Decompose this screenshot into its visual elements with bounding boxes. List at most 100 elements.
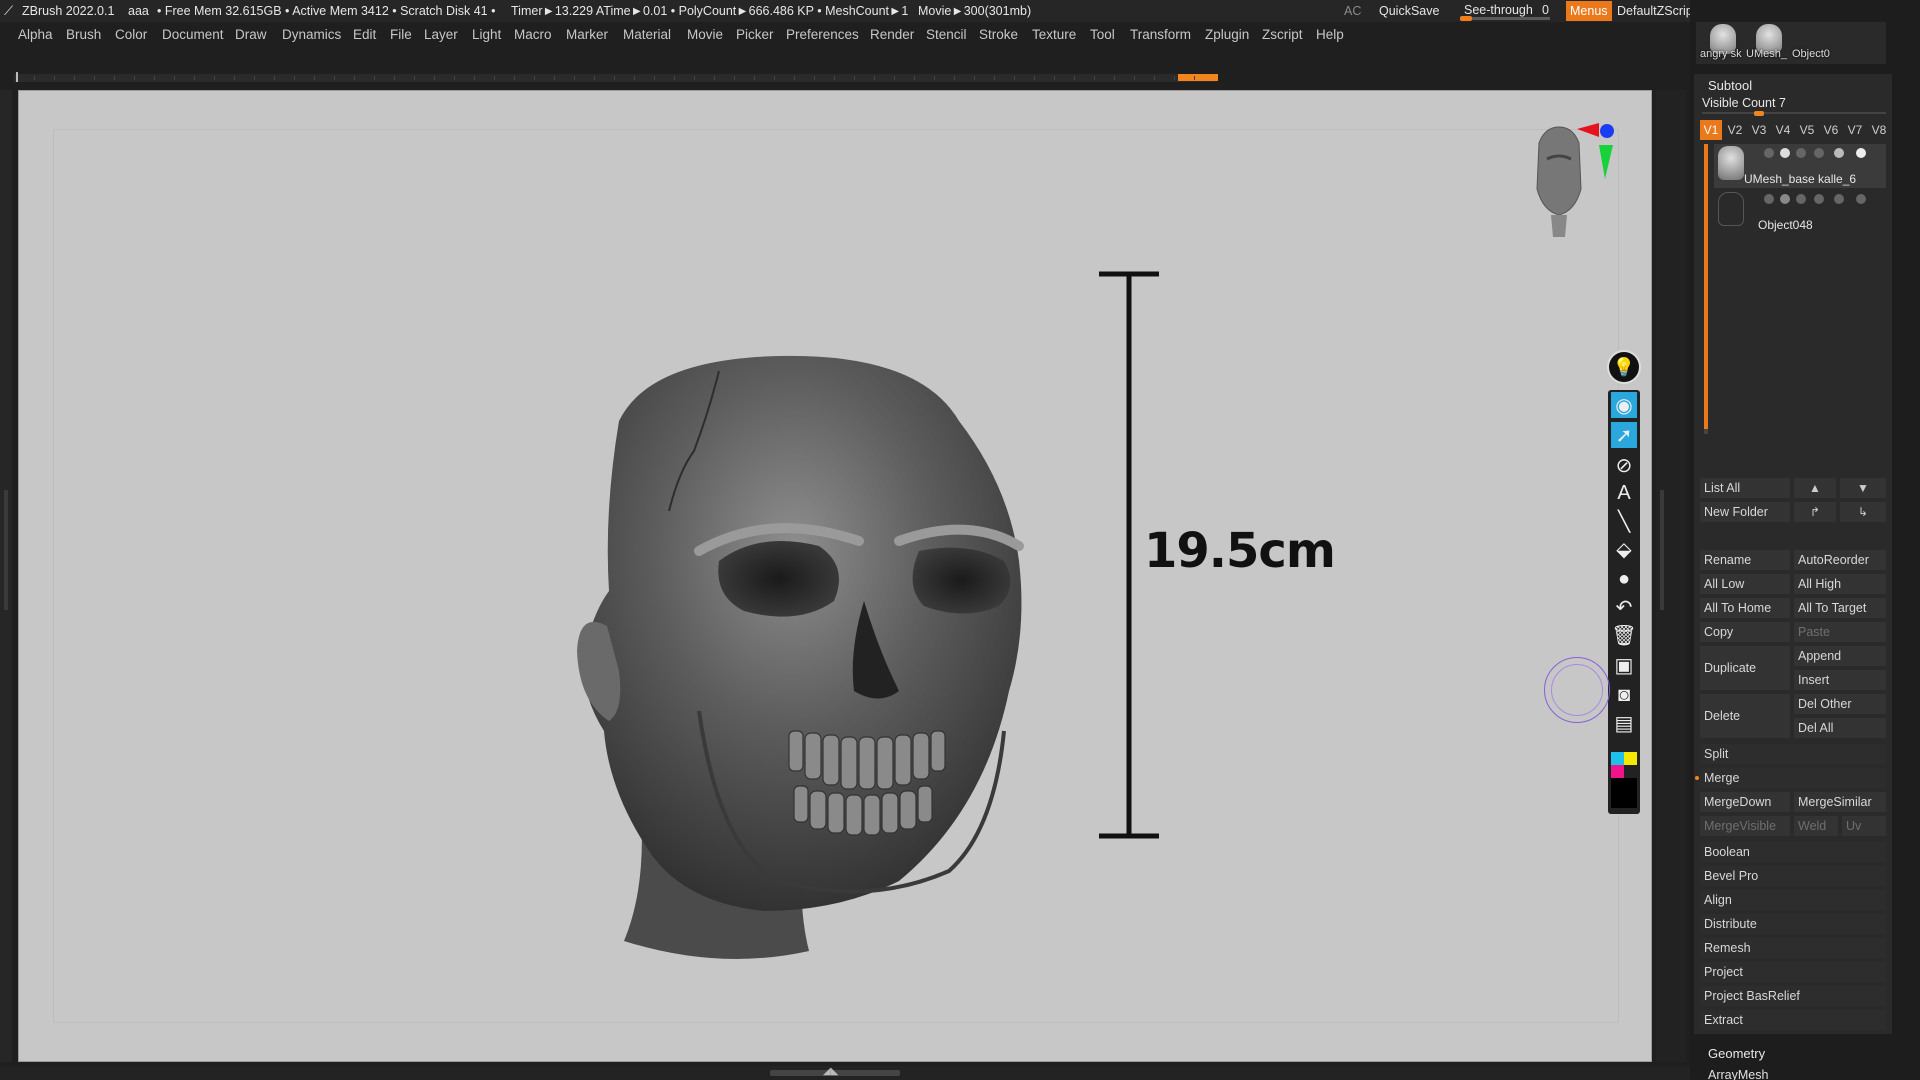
menu-tool[interactable]: Tool <box>1090 27 1115 42</box>
vset-v6[interactable]: V6 <box>1820 120 1842 140</box>
black-swatch[interactable] <box>1611 778 1637 808</box>
dynamesh-icon[interactable] <box>1796 148 1806 158</box>
all-to-target-button[interactable]: All To Target <box>1794 598 1886 618</box>
polyframe-icon[interactable] <box>1780 194 1790 204</box>
vset-v3[interactable]: V3 <box>1748 120 1770 140</box>
subtool-item[interactable]: Object048 <box>1714 190 1886 234</box>
vset-v2[interactable]: V2 <box>1724 120 1746 140</box>
move-up-icon[interactable]: ▲ <box>1794 478 1836 498</box>
folder-icon[interactable] <box>1764 148 1774 158</box>
see-through-slider[interactable]: See-through 0 <box>1458 1 1554 21</box>
vset-v7[interactable]: V7 <box>1844 120 1866 140</box>
expand-arrows-icon[interactable]: ◢◣ <box>823 1066 838 1077</box>
copy-button[interactable]: Copy <box>1700 622 1790 642</box>
append-button[interactable]: Append <box>1794 646 1886 666</box>
paste-button[interactable]: Paste <box>1794 622 1886 642</box>
rename-button[interactable]: Rename <box>1700 550 1790 570</box>
merge-section[interactable]: Merge <box>1695 768 1886 788</box>
timeline-track[interactable] <box>14 72 1218 82</box>
menu-zscript[interactable]: Zscript <box>1262 27 1303 42</box>
move-in-folder-icon[interactable]: ↱ <box>1794 502 1836 522</box>
vset-v8[interactable]: V8 <box>1868 120 1890 140</box>
skull-model[interactable] <box>19 91 1653 1063</box>
tool-thumb-umesh[interactable]: UMesh_ <box>1746 24 1792 62</box>
see-through-knob[interactable] <box>1460 16 1472 21</box>
split-section[interactable]: Split <box>1700 744 1886 764</box>
eye-icon[interactable]: ◉ <box>1611 392 1637 418</box>
bottom-tray-edge[interactable]: ◢◣ <box>0 1066 1690 1080</box>
project-section[interactable]: Project <box>1700 962 1886 982</box>
menu-render[interactable]: Render <box>870 27 914 42</box>
dot-icon[interactable]: ● <box>1611 566 1637 592</box>
all-high-button[interactable]: All High <box>1794 574 1886 594</box>
weld-button[interactable]: Weld <box>1794 816 1838 836</box>
timeline-playhead[interactable] <box>1178 74 1218 81</box>
insert-button[interactable]: Insert <box>1794 670 1886 690</box>
menu-draw[interactable]: Draw <box>235 27 267 42</box>
menu-stencil[interactable]: Stencil <box>926 27 967 42</box>
new-folder-button[interactable]: New Folder <box>1700 502 1790 522</box>
menu-color[interactable]: Color <box>115 27 147 42</box>
del-other-button[interactable]: Del Other <box>1794 694 1886 714</box>
cyan-swatch[interactable] <box>1611 752 1624 765</box>
dynamesh-icon[interactable] <box>1796 194 1806 204</box>
extract-section[interactable]: Extract <box>1700 1010 1886 1030</box>
text-tool-icon[interactable]: A <box>1611 480 1637 506</box>
gizmo-icon[interactable]: ⊘ <box>1611 452 1637 478</box>
menu-texture[interactable]: Texture <box>1032 27 1076 42</box>
menu-layer[interactable]: Layer <box>424 27 458 42</box>
solo-icon[interactable] <box>1814 148 1824 158</box>
move-down-icon[interactable]: ▼ <box>1840 478 1886 498</box>
subtool-list-scrollbar[interactable] <box>1704 144 1708 434</box>
magenta-swatch[interactable] <box>1611 765 1624 778</box>
vset-v5[interactable]: V5 <box>1796 120 1818 140</box>
subtool-title[interactable]: Subtool <box>1708 78 1752 93</box>
menu-document[interactable]: Document <box>162 27 224 42</box>
right-tray-edge[interactable] <box>1656 90 1686 1062</box>
merge-down-button[interactable]: MergeDown <box>1700 792 1790 812</box>
menus-toggle-button[interactable]: Menus <box>1566 1 1612 21</box>
list-all-button[interactable]: List All <box>1700 478 1790 498</box>
merge-similar-button[interactable]: MergeSimilar <box>1794 792 1886 812</box>
trash-icon[interactable]: 🗑 <box>1611 622 1637 648</box>
undo-icon[interactable]: ↶ <box>1611 594 1637 620</box>
menu-edit[interactable]: Edit <box>353 27 376 42</box>
menu-alpha[interactable]: Alpha <box>18 27 53 42</box>
arraymesh-panel-title[interactable]: ArrayMesh <box>1708 1068 1768 1080</box>
menu-material[interactable]: Material <box>623 27 671 42</box>
subtool-item[interactable]: UMesh_base kalle_6 <box>1714 144 1886 188</box>
monitor-icon[interactable]: ▣ <box>1611 652 1637 678</box>
vset-v4[interactable]: V4 <box>1772 120 1794 140</box>
line-tool-icon[interactable]: ╲ <box>1611 508 1637 534</box>
duplicate-button[interactable]: Duplicate <box>1700 646 1790 690</box>
menu-preferences[interactable]: Preferences <box>786 27 859 42</box>
polyframe-icon[interactable] <box>1780 148 1790 158</box>
default-zscript-button[interactable]: DefaultZScript <box>1612 1 1701 21</box>
folder-icon[interactable] <box>1764 194 1774 204</box>
all-to-home-button[interactable]: All To Home <box>1700 598 1790 618</box>
tool-thumb-object[interactable]: Object0 <box>1792 24 1838 62</box>
auto-reorder-button[interactable]: AutoReorder <box>1794 550 1886 570</box>
clipboard-icon[interactable]: ▤ <box>1611 710 1637 736</box>
camera-icon[interactable]: ◙ <box>1611 682 1637 708</box>
align-section[interactable]: Align <box>1700 890 1886 910</box>
quicksave-button[interactable]: QuickSave <box>1374 1 1444 21</box>
visibility-eye-icon[interactable] <box>1856 194 1866 204</box>
left-tray-handle[interactable] <box>4 490 8 610</box>
lightbox-toggle-icon[interactable]: 💡 <box>1607 350 1641 384</box>
right-tray-handle[interactable] <box>1660 490 1664 610</box>
document-canvas[interactable]: 19.5cm <box>18 90 1652 1062</box>
menu-picker[interactable]: Picker <box>736 27 774 42</box>
all-low-button[interactable]: All Low <box>1700 574 1790 594</box>
menu-marker[interactable]: Marker <box>566 27 608 42</box>
scrollbar-thumb[interactable] <box>1704 144 1708 429</box>
left-tray-edge[interactable] <box>0 90 12 1062</box>
menu-macro[interactable]: Macro <box>514 27 552 42</box>
remesh-section[interactable]: Remesh <box>1700 938 1886 958</box>
project-basrelief-section[interactable]: Project BasRelief <box>1700 986 1886 1006</box>
solo-icon[interactable] <box>1814 194 1824 204</box>
menu-brush[interactable]: Brush <box>66 27 101 42</box>
navigation-gizmo[interactable] <box>1509 119 1619 249</box>
vset-v1[interactable]: V1 <box>1700 120 1722 140</box>
delete-button[interactable]: Delete <box>1700 694 1790 738</box>
